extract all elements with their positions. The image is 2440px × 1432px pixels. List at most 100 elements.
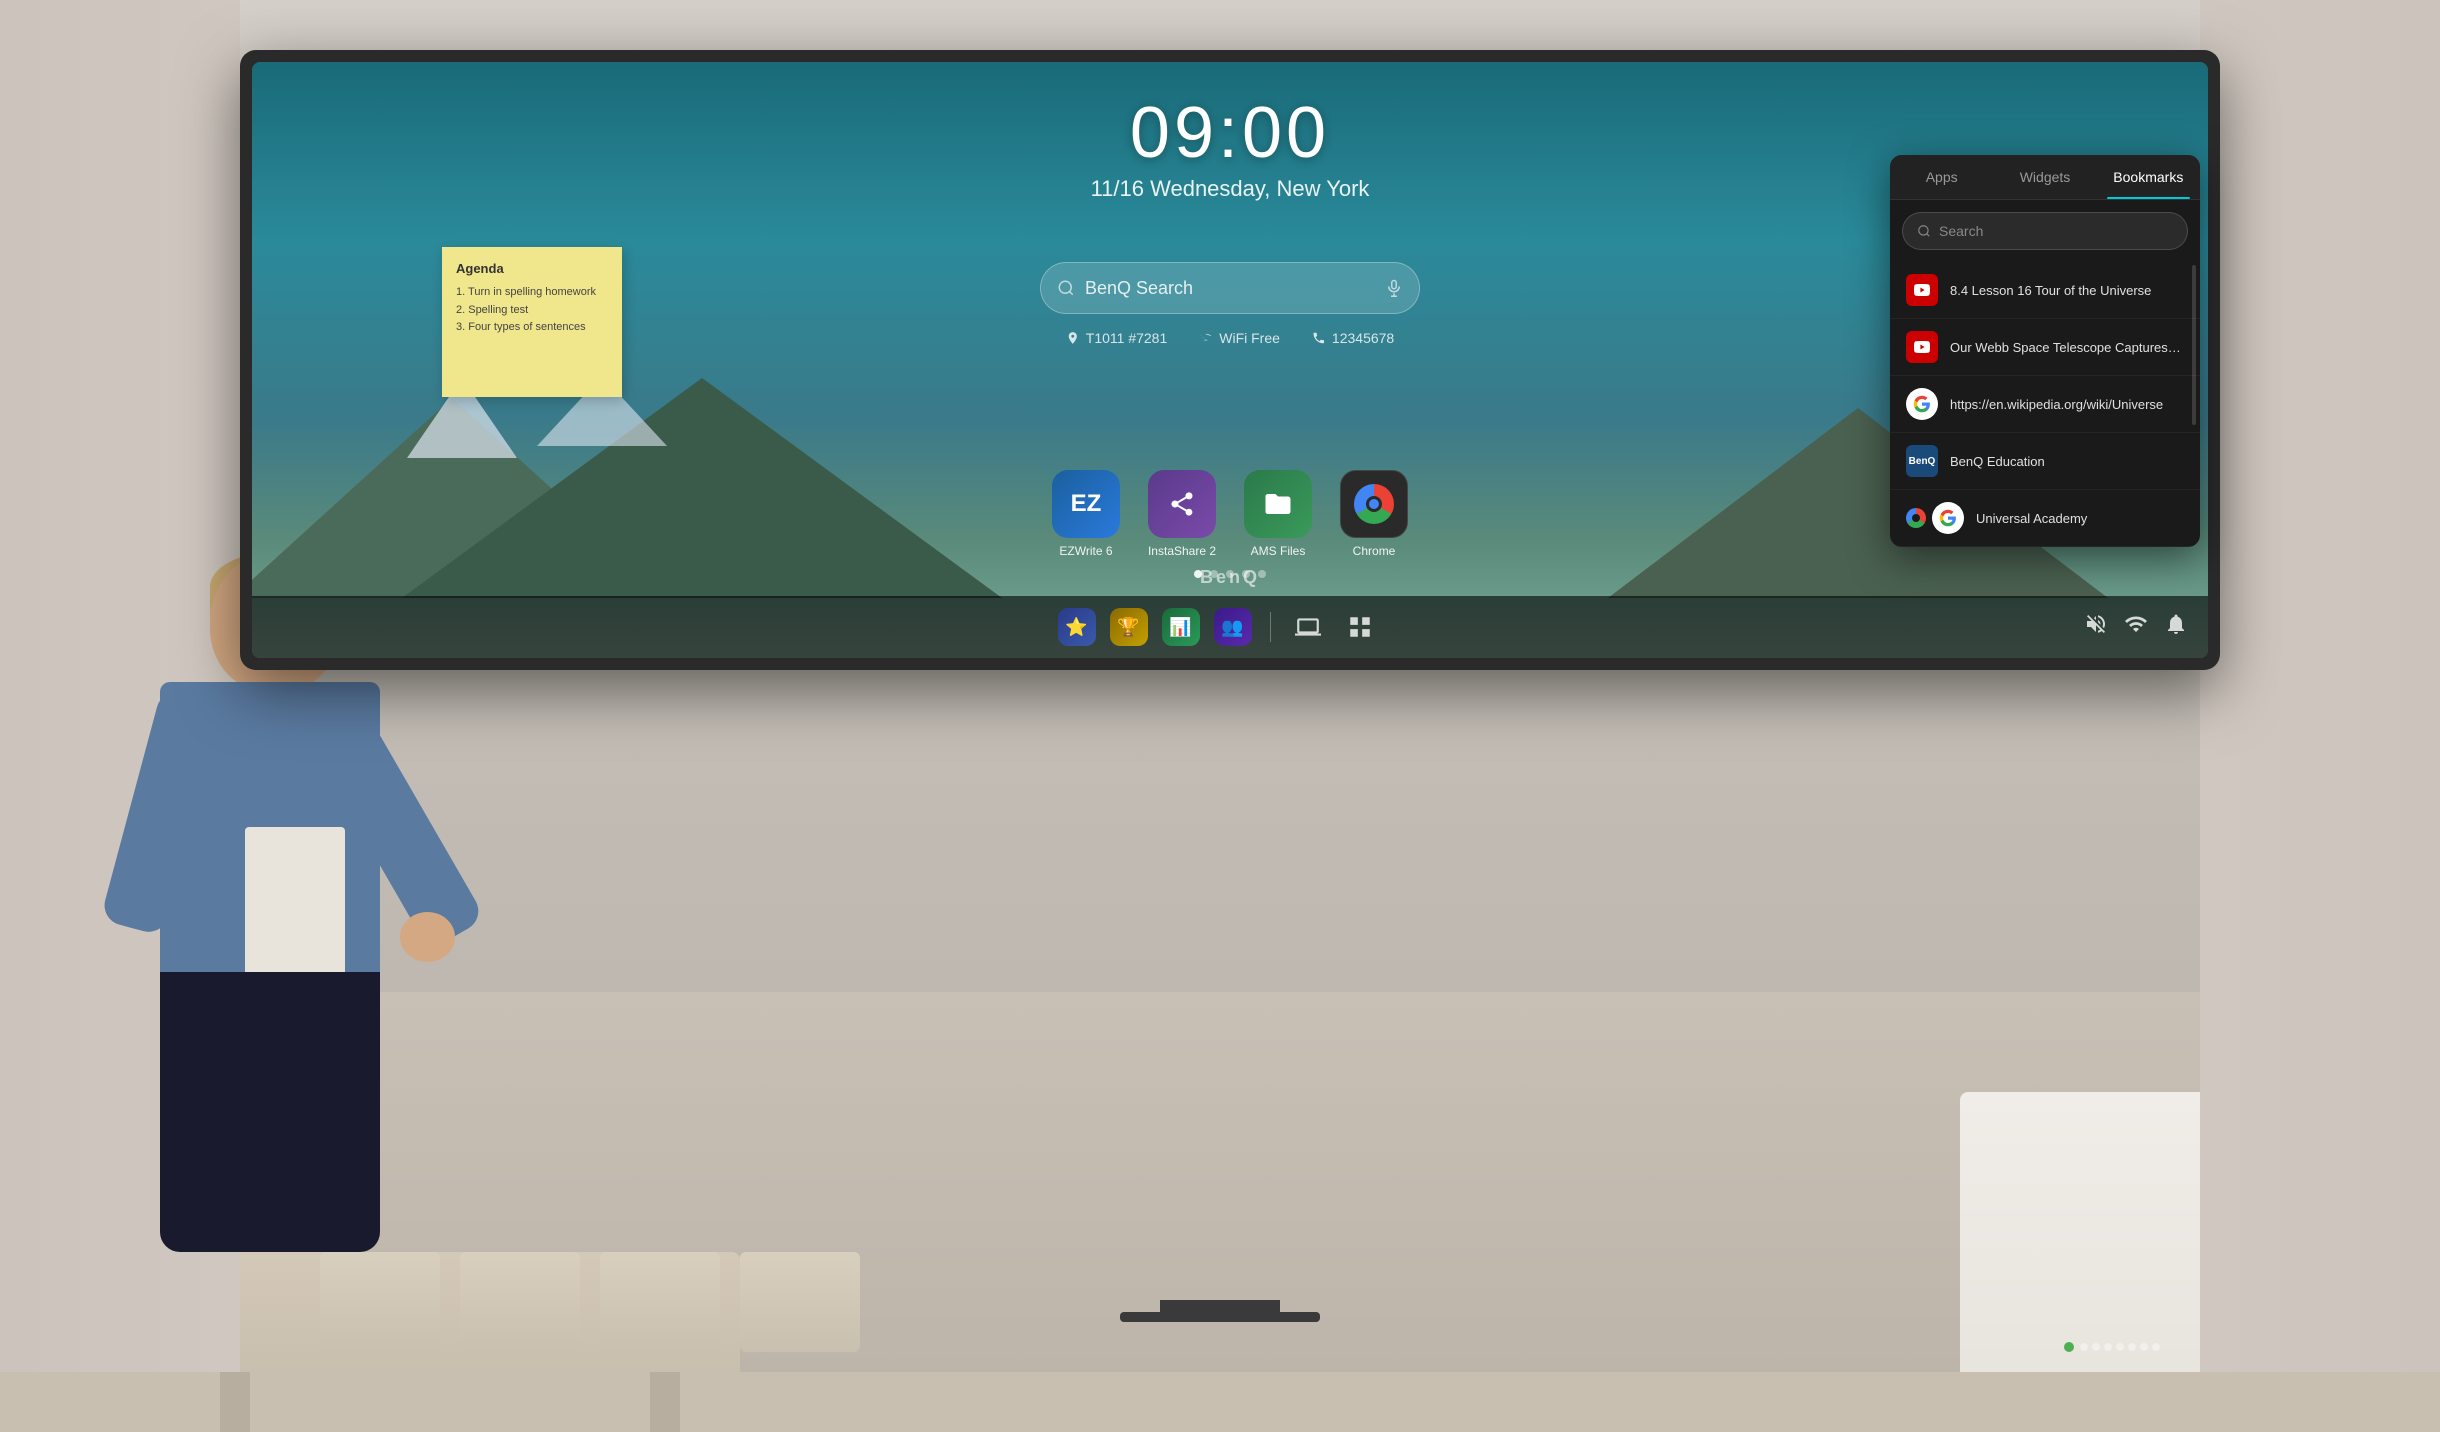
panel-scrollbar[interactable] [2192,265,2196,425]
app-chrome[interactable]: Chrome [1340,470,1408,558]
wifi-status: WiFi Free [1199,330,1280,346]
webb-title: Our Webb Space Telescope Captures a Cosm… [1950,340,2184,355]
share-icon [1168,490,1196,518]
phone-number: 12345678 [1312,330,1394,346]
tab-widgets[interactable]: Widgets [1993,155,2096,199]
instashare-icon [1148,470,1216,538]
taskbar-right-icons [2084,612,2188,642]
ezwrite-label: EZWrite 6 [1059,544,1112,558]
taskbar-app-star[interactable]: ⭐ [1054,604,1100,650]
search-placeholder: BenQ Search [1085,278,1375,299]
sticky-title: Agenda [456,261,610,276]
benq-edu-text: BenQ Education [1950,454,2184,469]
person-shirt [160,682,380,982]
location-icon [1066,331,1080,345]
wifi-icon [2124,612,2148,636]
panel-search-icon [1917,224,1931,238]
device-id: T1011 #7281 [1066,330,1167,346]
tab-apps[interactable]: Apps [1890,155,1993,199]
phone-text: 12345678 [1332,330,1394,346]
wikipedia-text: https://en.wikipedia.org/wiki/Universe [1950,397,2184,412]
lesson-tour-text: 8.4 Lesson 16 Tour of the Universe [1950,283,2184,298]
monitor-dots [2080,1343,2160,1351]
clock-time: 09:00 [1091,92,1370,174]
sticky-item-3: 3. Four types of sentences [456,319,610,337]
chrome-small-icon [1906,508,1926,528]
bookmark-item-webb[interactable]: Our Webb Space Telescope Captures a Cosm… [1890,319,2200,376]
chrome-google-icons [1906,502,1964,534]
wifi-text: WiFi Free [1219,330,1280,346]
clock-display: 09:00 11/16 Wednesday, New York [1091,92,1370,202]
taskbar-app-sheets[interactable]: 📊 [1158,604,1204,650]
search-icon [1057,279,1075,297]
screen-share-icon [1295,614,1321,640]
sticky-item-1: 1. Turn in spelling homework [456,284,610,302]
panel-tabs: Apps Widgets Bookmarks [1890,155,2200,200]
taskbar-wifi[interactable] [2124,612,2148,642]
google-icon-1 [1906,388,1938,420]
youtube-icon-1 [1906,274,1938,306]
taskbar-divider [1270,612,1271,642]
chrome-label: Chrome [1353,544,1396,558]
chair-4 [740,1252,860,1352]
taskbar-bell[interactable] [2164,612,2188,642]
ezwrite-icon: EZ [1052,470,1120,538]
person-hand-right [400,912,455,962]
app-ezwrite[interactable]: EZ EZWrite 6 [1052,470,1120,558]
chair-1 [320,1252,440,1352]
taskbar-screen-share[interactable] [1285,604,1331,650]
panel-search-placeholder: Search [1939,223,1983,239]
universal-academy-title: Universal Academy [1976,511,2184,526]
chair-3 [600,1252,720,1352]
bookmark-item-universal[interactable]: Universal Academy [1890,490,2200,547]
device-id-text: T1011 #7281 [1086,330,1167,346]
taskbar-app-award[interactable]: 🏆 [1106,604,1152,650]
instashare-label: InstaShare 2 [1148,544,1216,558]
benq-edu-title: BenQ Education [1950,454,2184,469]
app-icons-row: EZ EZWrite 6 InstaShare 2 [1052,470,1408,558]
clock-date: 11/16 Wednesday, New York [1091,176,1370,202]
taskbar-app-teams[interactable]: 👥 [1210,604,1256,650]
folder-icon [1263,489,1293,519]
wall-right [2200,0,2440,1372]
screen-info-bar: T1011 #7281 WiFi Free 12345678 [1066,330,1394,346]
app-instashare[interactable]: InstaShare 2 [1148,470,1216,558]
taskbar-grid[interactable] [1337,604,1383,650]
bookmark-item-benq[interactable]: BenQ BenQ Education [1890,433,2200,490]
chrome-app-icon [1340,470,1408,538]
person-pants [160,972,380,1252]
chair-2 [460,1252,580,1352]
monitor-indicator-row [2064,1342,2160,1352]
benq-search-bar[interactable]: BenQ Search [1040,262,1420,314]
sticky-item-2: 2. Spelling test [456,302,610,320]
bookmark-item-lesson-tour[interactable]: 8.4 Lesson 16 Tour of the Universe [1890,262,2200,319]
tab-bookmarks[interactable]: Bookmarks [2097,155,2200,199]
amsfiles-label: AMS Files [1251,544,1306,558]
bookmark-list: 8.4 Lesson 16 Tour of the Universe Our W… [1890,262,2200,547]
google-icon-2 [1932,502,1964,534]
universal-academy-text: Universal Academy [1976,511,2184,526]
amsfiles-icon [1244,470,1312,538]
phone-icon [1312,331,1326,345]
webb-text: Our Webb Space Telescope Captures a Cosm… [1950,340,2184,355]
taskbar: ⭐ 🏆 📊 👥 [252,596,2208,658]
panel-search-area: Search [1890,200,2200,262]
sticky-note: Agenda 1. Turn in spelling homework 2. S… [442,247,622,397]
bell-icon [2164,612,2188,636]
taskbar-center-apps: ⭐ 🏆 📊 👥 [352,604,2084,650]
benq-icon: BenQ [1906,445,1938,477]
app-amsfiles[interactable]: AMS Files [1244,470,1312,558]
microphone-icon[interactable] [1385,279,1403,297]
mute-icon [2084,612,2108,636]
power-indicator [2064,1342,2074,1352]
bookmark-item-wikipedia[interactable]: https://en.wikipedia.org/wiki/Universe [1890,376,2200,433]
table-leg-left [220,1372,250,1432]
lesson-tour-title: 8.4 Lesson 16 Tour of the Universe [1950,283,2184,298]
taskbar-mute[interactable] [2084,612,2108,642]
panel-search-input[interactable]: Search [1902,212,2188,250]
monitor-base [1120,1312,1320,1322]
benq-brand-logo: BenQ [1200,567,1260,588]
wikipedia-title: https://en.wikipedia.org/wiki/Universe [1950,397,2184,412]
sticky-items: 1. Turn in spelling homework 2. Spelling… [456,284,610,337]
table-leg-right [650,1372,680,1432]
